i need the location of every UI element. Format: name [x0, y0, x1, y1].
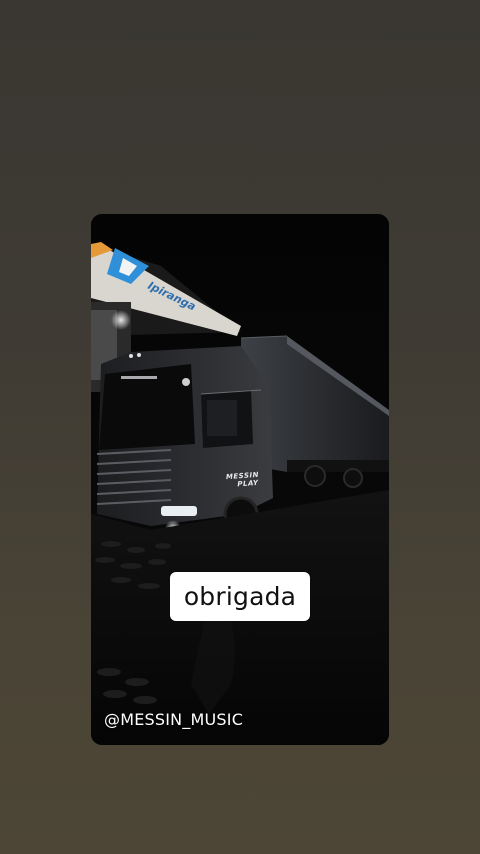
headlight-icon: [161, 506, 197, 516]
caption-text: obrigada: [183, 582, 297, 611]
truck-cab: [96, 346, 273, 536]
story-card[interactable]: Ipiranga MESSIN PLAY obrigada @MESSIN_MU…: [91, 214, 389, 745]
messin-play-watermark: MESSIN PLAY: [225, 470, 260, 489]
caption-sticker: obrigada: [170, 572, 310, 621]
story-viewer: { "story": { "watermark_line1": "MESSIN"…: [0, 0, 480, 854]
account-handle[interactable]: @MESSIN_MUSIC: [104, 710, 243, 729]
